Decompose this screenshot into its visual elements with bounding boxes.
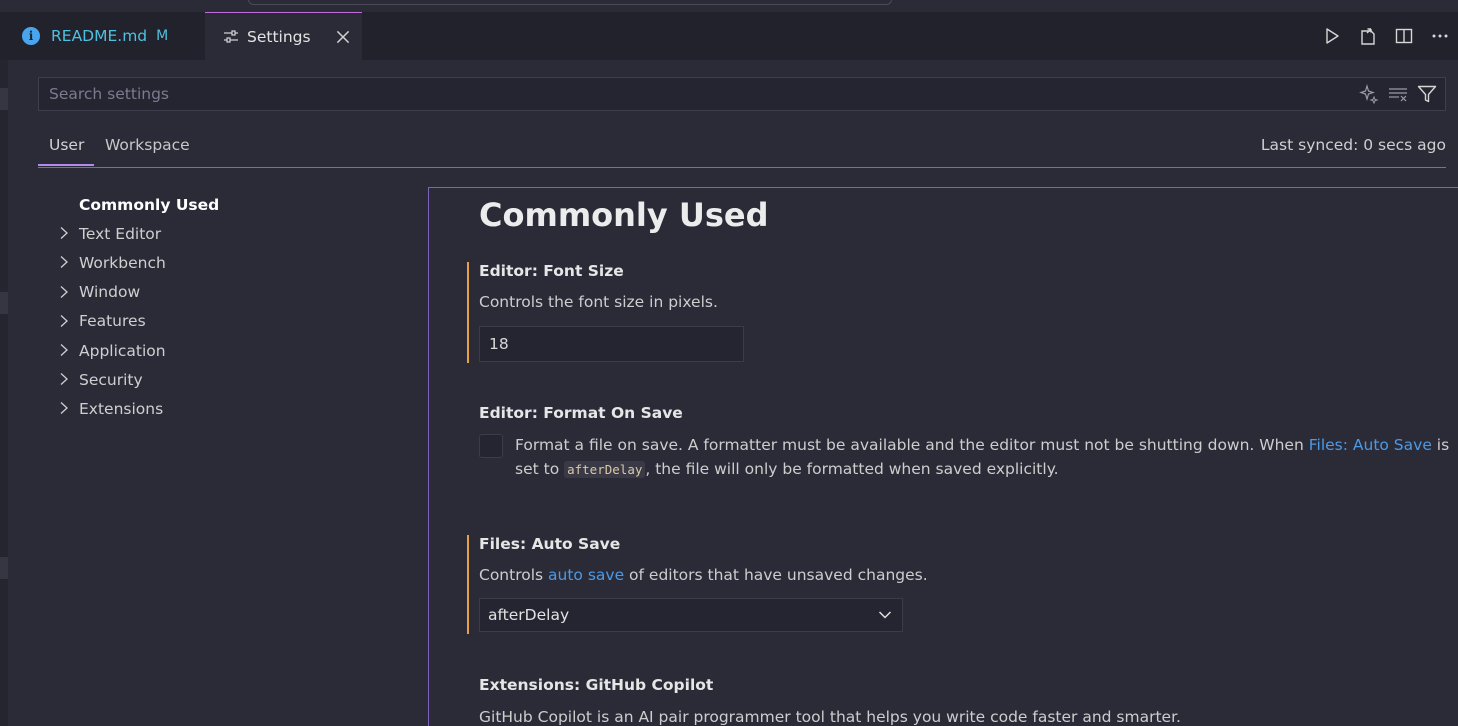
chevron-right-icon (60, 343, 68, 356)
setting-github-copilot: Extensions: GitHub Copilot GitHub Copilo… (467, 676, 1457, 726)
setting-name: Format On Save (543, 404, 683, 422)
activity-strip (0, 60, 8, 726)
setting-name: Font Size (543, 262, 624, 280)
search-tools (1354, 78, 1441, 110)
tab-readme[interactable]: i README.md M (0, 12, 205, 60)
files-auto-save-link[interactable]: Files: Auto Save (1309, 436, 1432, 454)
setting-description: Format a file on save. A formatter must … (515, 433, 1455, 482)
setting-name: GitHub Copilot (585, 676, 714, 694)
format-on-save-checkbox[interactable] (479, 434, 503, 458)
setting-auto-save: Files: Auto Save Controls auto save of e… (467, 535, 1457, 634)
setting-format-on-save: Editor: Format On Save Format a file on … (467, 404, 1457, 484)
setting-title: Extensions: GitHub Copilot (479, 676, 713, 694)
tab-readme-label: README.md (51, 27, 148, 45)
tab-settings-label: Settings (247, 27, 311, 46)
sliders-icon (224, 29, 238, 43)
setting-title: Files: Auto Save (479, 535, 620, 553)
search-box (38, 77, 1446, 111)
toc-item-label: Security (79, 370, 143, 389)
setting-description: GitHub Copilot is an AI pair programmer … (479, 708, 1181, 726)
chevron-right-icon (60, 285, 68, 298)
toc-item-features[interactable]: Features (40, 307, 420, 336)
filter-icon[interactable] (1412, 78, 1441, 110)
toc-item-security[interactable]: Security (40, 365, 420, 394)
setting-category: Extensions: (479, 676, 586, 694)
desc-text: Controls (479, 566, 549, 584)
setting-font-size: Editor: Font Size Controls the font size… (467, 262, 1457, 363)
setting-description: Controls the font size in pixels. (479, 293, 718, 311)
desc-text: of editors that have unsaved changes. (624, 566, 928, 584)
chevron-right-icon (60, 314, 68, 327)
setting-category: Files: (479, 535, 532, 553)
tab-workspace[interactable]: Workspace (105, 136, 190, 154)
editor-actions (1314, 12, 1458, 60)
search-input[interactable] (39, 78, 1339, 110)
setting-description: Controls auto save of editors that have … (479, 563, 928, 587)
settings-toc: Commonly Used Text Editor Workbench Wind… (40, 190, 420, 424)
toc-item-extensions[interactable]: Extensions (40, 394, 420, 423)
toc-item-label: Extensions (79, 399, 164, 418)
tab-settings[interactable]: Settings (205, 12, 362, 60)
toc-item-text-editor[interactable]: Text Editor (40, 219, 420, 248)
chevron-right-icon (60, 256, 68, 269)
info-icon: i (22, 27, 40, 45)
modified-badge: M (156, 28, 169, 44)
chevron-right-icon (60, 227, 68, 240)
strip-mark (0, 557, 8, 579)
chevron-down-icon (878, 611, 892, 619)
auto-save-select[interactable]: afterDelay (479, 598, 903, 632)
toc-item-commonly-used[interactable]: Commonly Used (40, 190, 420, 219)
clear-filter-icon[interactable] (1383, 78, 1412, 110)
section-title: Commonly Used (479, 196, 769, 234)
open-file-icon[interactable] (1350, 12, 1386, 60)
strip-mark (0, 88, 8, 110)
toc-item-label: Window (79, 283, 141, 302)
inline-code: afterDelay (564, 461, 646, 478)
toc-item-application[interactable]: Application (40, 336, 420, 365)
font-size-input[interactable]: 18 (479, 326, 744, 362)
setting-title: Editor: Format On Save (479, 404, 683, 422)
more-actions-icon[interactable] (1422, 12, 1458, 60)
toc-item-label: Features (79, 312, 146, 331)
setting-category: Editor: (479, 404, 544, 422)
setting-title: Editor: Font Size (479, 262, 624, 280)
strip-mark (0, 292, 8, 314)
desc-text: , the file will only be formatted when s… (645, 460, 1059, 478)
sparkle-icon[interactable] (1354, 78, 1383, 110)
close-icon[interactable] (334, 28, 352, 46)
toc-item-label: Commonly Used (79, 195, 220, 214)
split-editor-icon[interactable] (1386, 12, 1422, 60)
settings-list-panel: Commonly Used Editor: Font Size Controls… (428, 187, 1458, 726)
tab-user[interactable]: User (49, 136, 84, 154)
toc-item-label: Application (79, 341, 166, 360)
chevron-right-icon (60, 402, 68, 415)
toc-item-label: Text Editor (79, 224, 162, 243)
horizontal-scrollbar[interactable] (248, 0, 892, 5)
auto-save-link[interactable]: auto save (548, 566, 624, 584)
active-tab-indicator (38, 164, 94, 166)
chevron-right-icon (60, 373, 68, 386)
editor-tab-bar: i README.md M Settings (0, 12, 1458, 60)
settings-scope-tabs: User Workspace Last synced: 0 secs ago (38, 128, 1446, 168)
toc-item-window[interactable]: Window (40, 278, 420, 307)
last-synced-status: Last synced: 0 secs ago (1260, 136, 1446, 154)
desc-text: Format a file on save. A formatter must … (515, 436, 1309, 454)
toc-item-workbench[interactable]: Workbench (40, 248, 420, 277)
setting-category: Editor: (479, 262, 544, 280)
toc-item-label: Workbench (79, 253, 166, 272)
select-value: afterDelay (488, 606, 570, 624)
run-icon[interactable] (1314, 12, 1350, 60)
setting-name: Auto Save (531, 535, 621, 553)
settings-editor-window: i README.md M Settings Search settings U… (0, 0, 1458, 726)
